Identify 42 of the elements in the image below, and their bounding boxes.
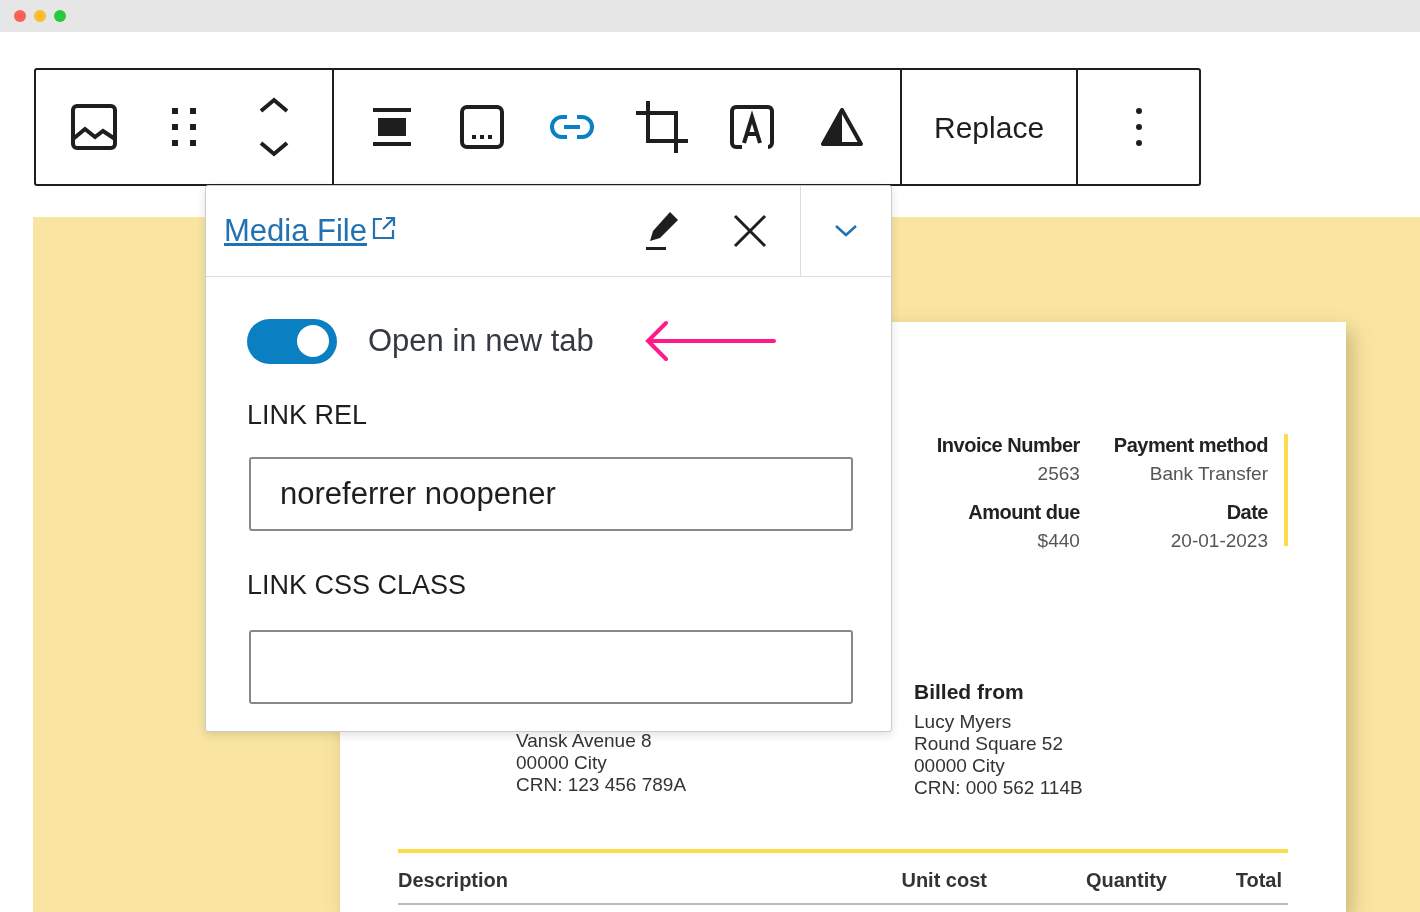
caption-icon: [460, 105, 504, 149]
align-icon: [372, 107, 412, 147]
image-icon: [70, 103, 118, 151]
meta-value: 2563: [1037, 462, 1080, 486]
text-overlay-icon: [730, 105, 774, 149]
toggle-label: Open in new tab: [368, 322, 594, 360]
pencil-icon: [644, 210, 680, 252]
address-line: CRN: 000 562 114B: [914, 777, 1083, 799]
chevron-down-icon: [834, 224, 858, 238]
column-header: Total: [1234, 868, 1283, 893]
section-heading: Billed from: [914, 679, 1025, 705]
duotone-icon: [821, 108, 863, 146]
replace-button[interactable]: Replace: [902, 70, 1079, 184]
drag-handle-icon: [171, 107, 197, 147]
address-line: 00000 City: [516, 752, 608, 774]
meta-label: Amount due: [968, 499, 1080, 525]
more-options-icon: [1134, 107, 1143, 147]
meta-label: Invoice Number: [936, 433, 1080, 458]
crop-icon: [636, 101, 688, 153]
link-rel-field[interactable]: noreferrer noopener: [249, 457, 853, 531]
field-label: LINK REL: [247, 398, 369, 432]
address-line: Round Square 52: [914, 733, 1064, 755]
column-header: Quantity: [1084, 868, 1168, 893]
link-css-class-field[interactable]: [249, 629, 853, 704]
meta-value: Bank Transfer: [1149, 462, 1268, 486]
external-link-icon: [371, 215, 397, 241]
meta-label: Date: [1226, 499, 1268, 525]
meta-label: Payment method: [1113, 433, 1268, 458]
address-line: CRN: 123 456 789A: [516, 774, 688, 796]
address-line: Lucy Myers: [914, 711, 1013, 733]
media-file-link[interactable]: Media File: [224, 207, 367, 255]
column-header: Description: [398, 868, 510, 893]
toggle-switch[interactable]: [247, 318, 337, 364]
column-header: Unit cost: [900, 868, 988, 893]
link-icon: [549, 114, 595, 140]
up-down-chevron-icon: [258, 97, 290, 157]
meta-value: 20-01-2023: [1170, 528, 1268, 553]
address-line: Vansk Avenue 8: [516, 730, 653, 752]
meta-value: $440: [1037, 528, 1080, 553]
close-icon: [733, 214, 767, 248]
address-line: 00000 City: [914, 755, 1006, 777]
field-label: LINK CSS CLASS: [247, 569, 468, 602]
